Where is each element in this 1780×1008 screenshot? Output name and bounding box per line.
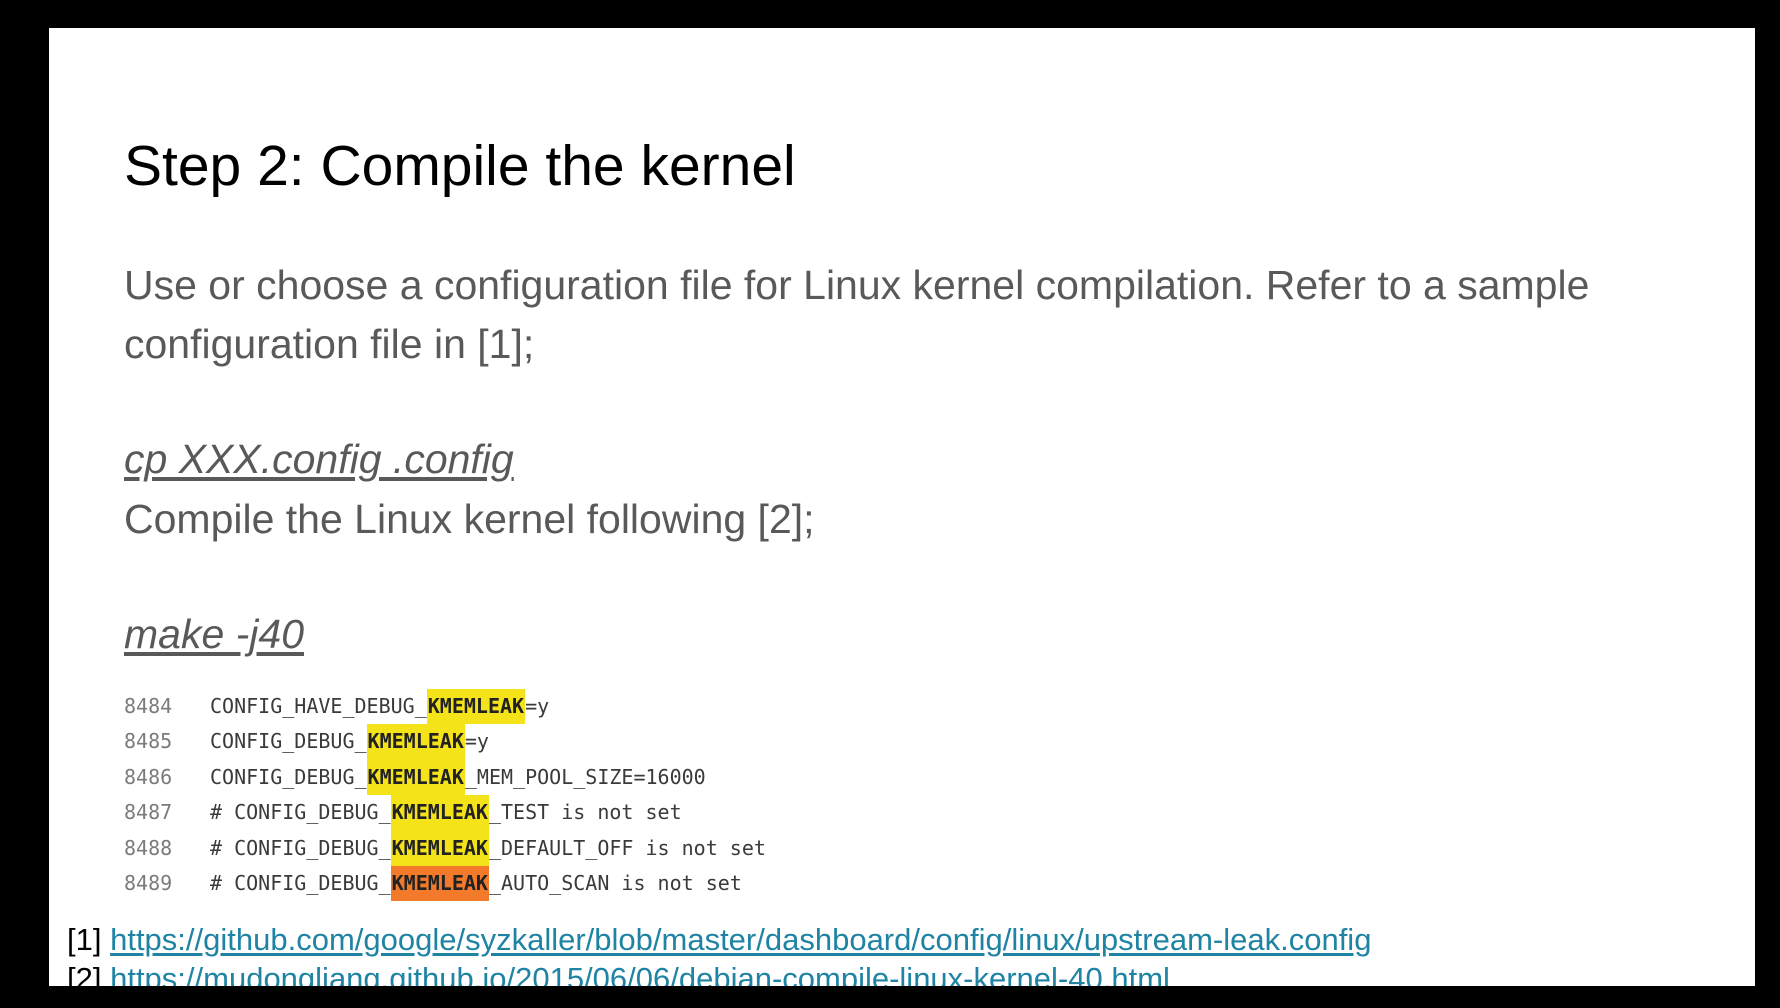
code-line: 8489 # CONFIG_DEBUG_ KMEMLEAK _AUTO_SCAN i… <box>124 865 766 902</box>
reference-link-compile-guide[interactable]: https://mudongliang.github.io/2015/06/06… <box>110 961 1170 986</box>
code-line: 8484 CONFIG_HAVE_DEBUG_ KMEMLEAK =y <box>124 689 766 725</box>
search-match-highlight: KMEMLEAK <box>390 830 489 866</box>
reference-item: [1] https://github.com/google/syzkaller/… <box>67 920 1371 959</box>
code-text-before: # CONFIG_DEBUG_ <box>210 870 391 895</box>
code-text-before: # CONFIG_DEBUG_ <box>210 835 391 860</box>
references: [1] https://github.com/google/syzkaller/… <box>67 920 1371 986</box>
make-command: make -j40 <box>124 611 305 657</box>
search-match-highlight: KMEMLEAK <box>390 795 489 831</box>
line-number: 8484 <box>124 694 173 718</box>
code-text-before: CONFIG_DEBUG_ <box>210 729 367 754</box>
line-number: 8486 <box>124 764 173 789</box>
reference-item: [2] https://mudongliang.github.io/2015/0… <box>67 959 1371 986</box>
line-number: 8489 <box>124 870 173 895</box>
code-text-after: _TEST is not set <box>488 800 682 825</box>
code-line: 8485 CONFIG_DEBUG_ KMEMLEAK =y <box>124 724 766 760</box>
slide: Step 2: Compile the kernel Use or choose… <box>49 28 1755 986</box>
slide-title: Step 2: Compile the kernel <box>124 134 796 198</box>
copy-config-command: cp XXX.config .config <box>124 436 514 482</box>
code-text-before: CONFIG_HAVE_DEBUG_ <box>210 694 427 718</box>
code-text-after: _MEM_POOL_SIZE=16000 <box>464 764 706 789</box>
code-text-after: _DEFAULT_OFF is not set <box>488 835 766 860</box>
reference-label: [1] <box>67 922 102 957</box>
line-number: 8485 <box>124 729 173 754</box>
code-text-after: _AUTO_SCAN is not set <box>488 870 742 895</box>
code-line: 8487 # CONFIG_DEBUG_ KMEMLEAK _TEST is not… <box>124 795 766 831</box>
code-text-after: =y <box>525 694 550 718</box>
config-code-listing: 8484 CONFIG_HAVE_DEBUG_ KMEMLEAK =y 8485 C… <box>124 689 766 902</box>
code-text-after: =y <box>464 729 489 754</box>
line-number: 8487 <box>124 800 173 825</box>
line-number: 8488 <box>124 835 173 860</box>
search-match-highlight: KMEMLEAK <box>366 724 465 760</box>
reference-link-syzkaller-config[interactable]: https://github.com/google/syzkaller/blob… <box>110 922 1371 957</box>
code-line: 8488 # CONFIG_DEBUG_ KMEMLEAK _DEFAULT_OFF… <box>124 830 766 866</box>
search-match-highlight: KMEMLEAK <box>426 689 526 725</box>
compile-instruction: Compile the Linux kernel following [2]; <box>124 496 815 542</box>
code-text-before: CONFIG_DEBUG_ <box>210 764 367 789</box>
reference-label: [2] <box>67 961 102 986</box>
code-text-before: # CONFIG_DEBUG_ <box>210 800 391 825</box>
config-instruction: Use or choose a configuration file for L… <box>124 262 1590 367</box>
code-line: 8486 CONFIG_DEBUG_ KMEMLEAK _MEM_POOL_SIZE… <box>124 759 766 796</box>
active-search-match-highlight: KMEMLEAK <box>390 865 489 902</box>
search-match-highlight: KMEMLEAK <box>366 759 465 796</box>
